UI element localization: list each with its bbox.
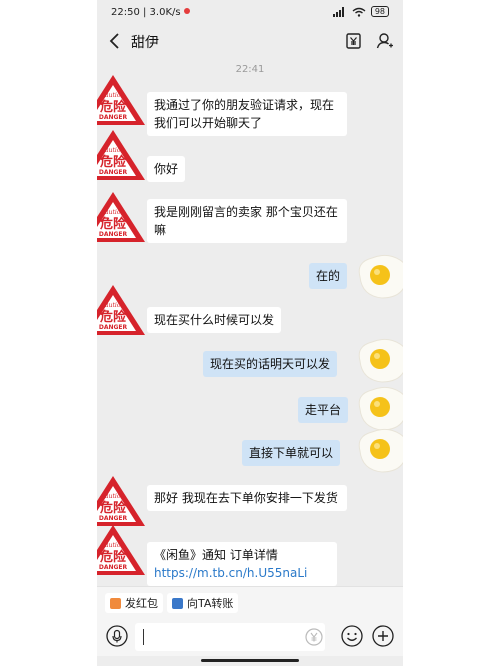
- svg-text:危险: 危险: [100, 99, 127, 115]
- svg-text:DANGER: DANGER: [99, 564, 128, 571]
- emoji-icon[interactable]: [341, 625, 363, 647]
- svg-text:危险: 危险: [100, 500, 127, 516]
- svg-text:危险: 危险: [100, 154, 127, 170]
- avatar[interactable]: caution 危险 DANGER: [97, 128, 147, 182]
- message-bubble[interactable]: 你好: [147, 156, 186, 182]
- message-list[interactable]: 22:41 caution 危险 DANGER 我通过了你的朋友验证请求，现在我…: [97, 56, 403, 586]
- avatar[interactable]: caution 危险 DANGER: [97, 523, 147, 577]
- yen-icon[interactable]: [305, 628, 323, 646]
- transfer-label: 向TA转账: [187, 597, 234, 610]
- signal-icon: [332, 6, 344, 17]
- message-bubble[interactable]: 我通过了你的朋友验证请求，现在我们可以开始聊天了: [147, 92, 347, 136]
- message-bubble-self[interactable]: 在的: [309, 263, 348, 289]
- red-envelope-icon: [110, 597, 121, 609]
- wifi-icon: [352, 7, 366, 17]
- order-notice-text: 《闲鱼》通知 订单详情: [154, 548, 278, 562]
- voice-icon[interactable]: [106, 625, 128, 647]
- svg-text:caution: caution: [102, 302, 125, 309]
- message-bubble[interactable]: 那好 我现在去下单你安排一下发货: [147, 485, 347, 511]
- message-bubble-self[interactable]: 走平台: [298, 397, 349, 423]
- receipt-yen-icon[interactable]: [344, 31, 364, 51]
- avatar[interactable]: caution 危险 DANGER: [97, 190, 147, 244]
- egg-avatar-icon[interactable]: [352, 252, 403, 302]
- home-indicator[interactable]: [201, 659, 299, 662]
- svg-text:危险: 危险: [100, 549, 127, 565]
- input-bar: [97, 618, 403, 656]
- chat-screen: 22:50 | 3.0K/s 98 甜伊 22:41 caution 危险 DA…: [97, 0, 403, 666]
- danger-sign-icon: caution 危险 DANGER: [97, 476, 145, 526]
- battery-icon: 98: [370, 6, 389, 17]
- svg-text:危险: 危险: [100, 309, 127, 325]
- order-notice-bubble[interactable]: 《闲鱼》通知 订单详情 https://m.tb.cn/h.U55naLi: [147, 542, 337, 586]
- status-time-speed: 22:50 | 3.0K/s: [111, 7, 190, 18]
- transfer-button[interactable]: 向TA转账: [167, 593, 239, 613]
- svg-text:DANGER: DANGER: [99, 324, 128, 331]
- plus-icon[interactable]: [372, 625, 394, 647]
- svg-text:DANGER: DANGER: [99, 114, 128, 121]
- egg-avatar-icon[interactable]: [352, 336, 403, 386]
- text-caret: [143, 629, 144, 645]
- transfer-icon: [172, 597, 183, 609]
- svg-text:caution: caution: [102, 542, 125, 549]
- chevron-left-icon[interactable]: [105, 30, 125, 52]
- avatar[interactable]: caution 危险 DANGER: [97, 474, 147, 528]
- danger-sign-icon: caution 危险 DANGER: [97, 525, 145, 575]
- user-icon[interactable]: [375, 31, 395, 51]
- red-envelope-button[interactable]: 发红包: [105, 593, 163, 613]
- status-text: 22:50 | 3.0K/s: [111, 7, 181, 18]
- danger-sign-icon: caution 危险 DANGER: [97, 130, 145, 180]
- svg-text:危险: 危险: [100, 216, 127, 232]
- avatar[interactable]: caution 危险 DANGER: [97, 283, 147, 337]
- red-envelope-label: 发红包: [125, 597, 158, 610]
- nav-bar: 甜伊: [97, 26, 403, 56]
- svg-text:caution: caution: [102, 493, 125, 500]
- danger-sign-icon: caution 危险 DANGER: [97, 192, 145, 242]
- svg-text:DANGER: DANGER: [99, 231, 128, 238]
- svg-text:caution: caution: [102, 209, 125, 216]
- svg-text:DANGER: DANGER: [99, 515, 128, 522]
- svg-text:caution: caution: [102, 147, 125, 154]
- message-bubble-self[interactable]: 现在买的话明天可以发: [203, 351, 338, 377]
- message-input[interactable]: [135, 623, 325, 651]
- status-icons: 98: [332, 6, 389, 17]
- egg-avatar-icon[interactable]: [352, 426, 403, 476]
- svg-text:caution: caution: [102, 92, 125, 99]
- danger-sign-icon: caution 危险 DANGER: [97, 285, 145, 335]
- danger-sign-icon: caution 危险 DANGER: [97, 75, 145, 125]
- record-dot-icon: [183, 8, 190, 14]
- svg-text:DANGER: DANGER: [99, 169, 128, 176]
- quick-action-bar: 发红包 向TA转账: [97, 586, 403, 619]
- order-link[interactable]: https://m.tb.cn/h.U55naLi: [154, 564, 330, 582]
- message-bubble[interactable]: 我是刚刚留言的卖家 那个宝贝还在嘛: [147, 199, 347, 243]
- status-bar: 22:50 | 3.0K/s 98: [97, 0, 403, 26]
- message-bubble-self[interactable]: 直接下单就可以: [242, 440, 341, 466]
- chat-title: 甜伊: [131, 35, 159, 51]
- message-bubble[interactable]: 现在买什么时候可以发: [147, 307, 282, 333]
- avatar[interactable]: caution 危险 DANGER: [97, 73, 147, 127]
